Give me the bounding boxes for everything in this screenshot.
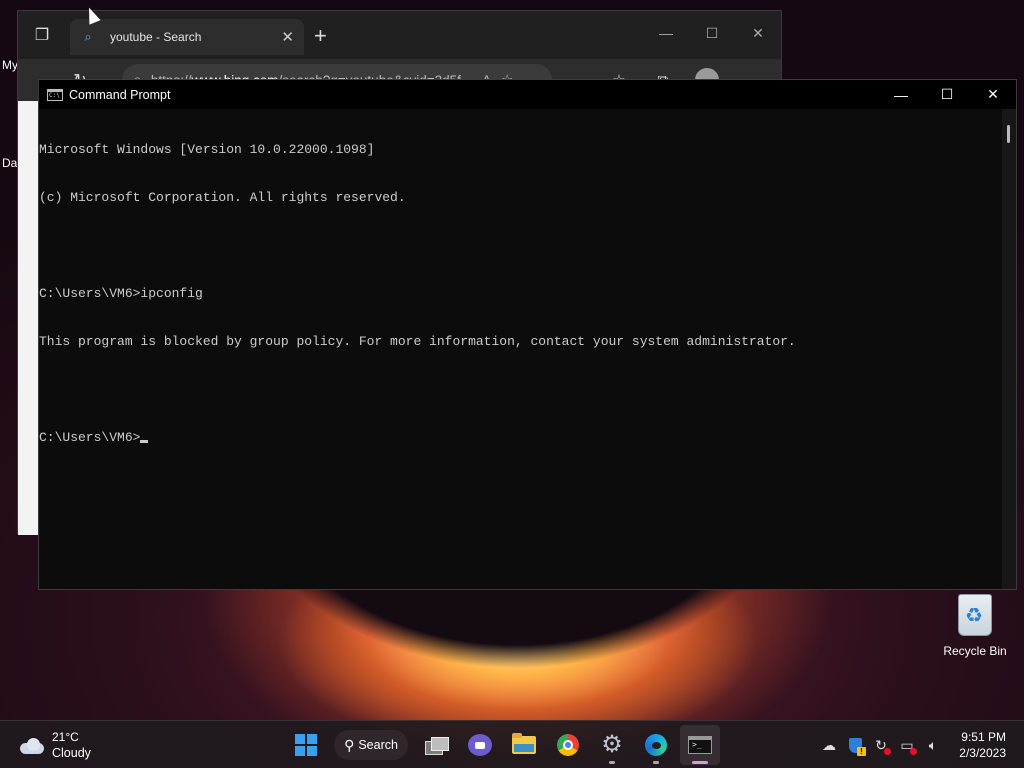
console-line: This program is blocked by group policy.…	[39, 334, 796, 349]
console-scrollbar[interactable]	[1002, 109, 1016, 589]
security-warning-icon[interactable]	[844, 734, 866, 756]
file-explorer-button[interactable]	[504, 725, 544, 765]
clock-time: 9:51 PM	[961, 730, 1006, 744]
browser-page-content	[18, 101, 40, 535]
running-indicator	[653, 761, 659, 764]
settings-button[interactable]: ⚙	[592, 725, 632, 765]
text-cursor	[140, 440, 149, 443]
edge-icon	[645, 734, 667, 756]
chrome-icon	[557, 734, 579, 756]
network-icon[interactable]: ▭	[896, 734, 918, 756]
console-line: C:\Users\VM6>ipconfig	[39, 286, 203, 301]
task-view-icon	[425, 737, 449, 755]
gear-icon: ⚙	[601, 731, 623, 758]
maximize-button[interactable]: ☐	[924, 80, 970, 109]
scrollbar-thumb[interactable]	[1007, 125, 1010, 143]
cloud-icon	[18, 737, 46, 755]
recycle-bin-icon	[958, 594, 992, 636]
windows-logo-icon	[295, 734, 317, 756]
desktop-icon-label-partial[interactable]: Da	[2, 156, 17, 170]
tab-actions-icon[interactable]: ❐	[18, 11, 66, 59]
tab-title: youtube - Search	[110, 30, 202, 44]
update-icon[interactable]: ↻	[870, 734, 892, 756]
taskbar-search-button[interactable]: ⚲ Search	[334, 730, 408, 760]
onedrive-offline-icon[interactable]: ☁	[818, 734, 840, 756]
search-label: Search	[358, 738, 398, 752]
recycle-bin-shortcut[interactable]: Recycle Bin	[940, 594, 1010, 658]
chat-button[interactable]	[460, 725, 500, 765]
console-line: (c) Microsoft Corporation. All rights re…	[39, 190, 406, 205]
cmd-window-title: Command Prompt	[69, 87, 171, 102]
console-input-line[interactable]: C:\Users\VM6>	[39, 430, 1002, 446]
weather-widget[interactable]: 21°C Cloudy	[18, 730, 91, 761]
command-prompt-taskbar-button[interactable]	[680, 725, 720, 765]
edge-button[interactable]	[636, 725, 676, 765]
system-tray: ☁ ↻ ▭ 🔈︎	[818, 734, 944, 756]
clock-date: 2/3/2023	[959, 746, 1006, 760]
command-prompt-window[interactable]: Command Prompt — ☐ ✕ Microsoft Windows […	[38, 79, 1017, 590]
close-button[interactable]: ✕	[970, 80, 1016, 109]
task-view-button[interactable]	[416, 725, 456, 765]
command-prompt-icon	[47, 88, 63, 101]
start-button[interactable]	[286, 725, 326, 765]
console-line: Microsoft Windows [Version 10.0.22000.10…	[39, 142, 375, 157]
new-tab-icon[interactable]: +	[314, 23, 327, 49]
taskbar-clock[interactable]: 9:51 PM 2/3/2023	[959, 729, 1006, 761]
minimize-button[interactable]: —	[643, 11, 689, 55]
cmd-title-bar[interactable]: Command Prompt — ☐ ✕	[39, 80, 1016, 109]
console-prompt: C:\Users\VM6>	[39, 430, 141, 445]
recycle-bin-label: Recycle Bin	[943, 644, 1007, 658]
browser-tab-bar: ❐ ⌕ youtube - Search ✕ + — ☐ ✕	[18, 11, 781, 59]
close-button[interactable]: ✕	[735, 11, 781, 55]
weather-temperature: 21°C	[52, 730, 79, 744]
folder-icon	[512, 733, 536, 754]
close-tab-icon[interactable]: ✕	[281, 28, 294, 46]
browser-tab[interactable]: ⌕ youtube - Search ✕	[70, 19, 304, 55]
running-indicator	[609, 761, 615, 764]
console-output[interactable]: Microsoft Windows [Version 10.0.22000.10…	[39, 109, 1002, 589]
search-icon: ⚲	[344, 736, 355, 753]
chrome-button[interactable]	[548, 725, 588, 765]
taskbar-apps: ⚲ Search ⚙	[284, 725, 722, 765]
browser-window-controls: — ☐ ✕	[643, 11, 781, 55]
weather-condition: Cloudy	[52, 746, 91, 760]
terminal-icon	[688, 736, 712, 754]
desktop-icon-label-partial[interactable]: My	[2, 58, 18, 72]
minimize-button[interactable]: —	[878, 80, 924, 109]
running-indicator	[692, 761, 708, 764]
teams-chat-icon	[468, 734, 492, 756]
maximize-button[interactable]: ☐	[689, 11, 735, 55]
bing-search-icon: ⌕	[84, 29, 92, 44]
volume-icon[interactable]: 🔈︎	[922, 734, 944, 756]
taskbar: 21°C Cloudy ⚲ Search ⚙ >_ ☁ ! ↻ ▭ 🔈︎ 9:5…	[0, 720, 1024, 768]
cmd-window-controls: — ☐ ✕	[878, 80, 1016, 109]
